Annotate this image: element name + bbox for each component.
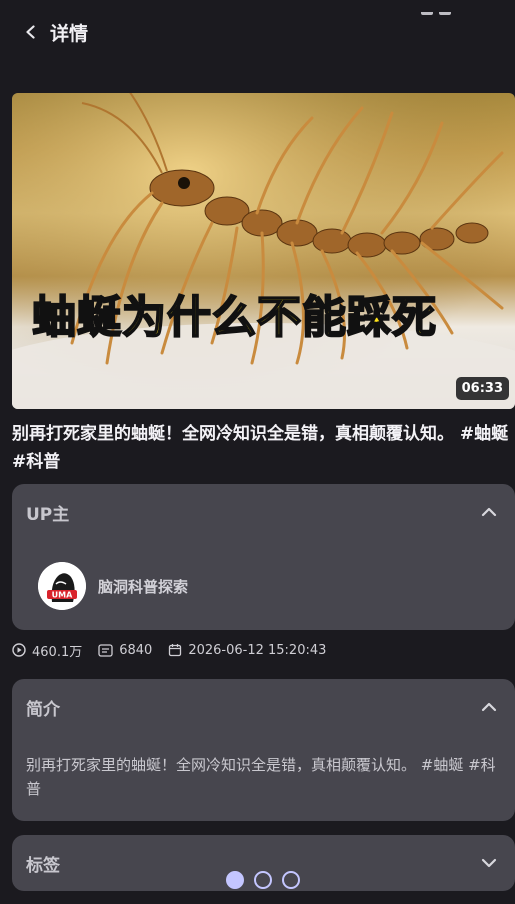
page-dot-2[interactable] [254, 871, 272, 889]
top-bar: 详情 [18, 14, 88, 50]
uploader-name: 脑洞科普探索 [98, 577, 189, 596]
danmaku-count: 6840 [119, 642, 153, 658]
date-stat: 2026-06-12 15:20:43 [168, 643, 326, 658]
chevron-up-icon[interactable] [477, 695, 501, 719]
avatar-logo-text: UMA [52, 591, 73, 600]
intro-card: 简介 别再打死家里的蚰蜒！全网冷知识全是错，真相颠覆认知。 #蚰蜒 #科普 [12, 679, 515, 821]
page-dot-3[interactable] [282, 871, 300, 889]
uploader-info[interactable]: UMA 脑洞科普探索 [38, 562, 188, 610]
video-title: 别再打死家里的蚰蜒！全网冷知识全是错，真相颠覆认知。 #蚰蜒 #科普 [12, 424, 509, 472]
video-thumbnail[interactable]: 蚰蜒为什么不能踩死 06:33 [12, 93, 515, 409]
tags-section-title: 标签 [26, 855, 60, 876]
avatar[interactable]: UMA [38, 562, 86, 610]
publish-date: 2026-06-12 15:20:43 [188, 642, 327, 658]
page-title: 详情 [50, 22, 89, 45]
back-arrow-icon[interactable] [18, 19, 44, 45]
status-bar-fragment [415, 0, 475, 15]
uploader-section-title: UP主 [26, 504, 70, 525]
intro-text: 别再打死家里的蚰蜒！全网冷知识全是错，真相颠覆认知。 #蚰蜒 #科普 [26, 756, 496, 798]
caption-red-text: 蚰蜒 [31, 291, 122, 344]
page-indicator [226, 871, 310, 889]
danmaku-stat: 6840 [98, 643, 152, 658]
calendar-icon [169, 644, 182, 657]
uploader-card: UP主 UMA 脑洞科普探索 [12, 484, 515, 630]
uploader-card-header[interactable]: UP主 [12, 484, 515, 540]
views-stat: 460.1万 [12, 641, 82, 660]
thumbnail-caption: 蚰蜒为什么不能踩死 [31, 281, 437, 345]
intro-card-header[interactable]: 简介 [12, 679, 515, 735]
danmaku-icon [98, 643, 113, 657]
views-count: 460.1万 [32, 644, 83, 660]
centipede-illustration [12, 93, 515, 409]
caption-yellow-text: 为什么不能踩死 [121, 291, 437, 344]
chevron-down-icon[interactable] [477, 851, 501, 875]
page-dot-1[interactable] [226, 871, 244, 889]
duration-badge: 06:33 [455, 377, 509, 400]
video-stats: 460.1万 6840 2026-06-12 15:20:43 [12, 640, 342, 660]
chevron-up-icon[interactable] [477, 500, 501, 524]
play-circle-icon [12, 643, 26, 657]
intro-section-title: 简介 [26, 699, 60, 720]
